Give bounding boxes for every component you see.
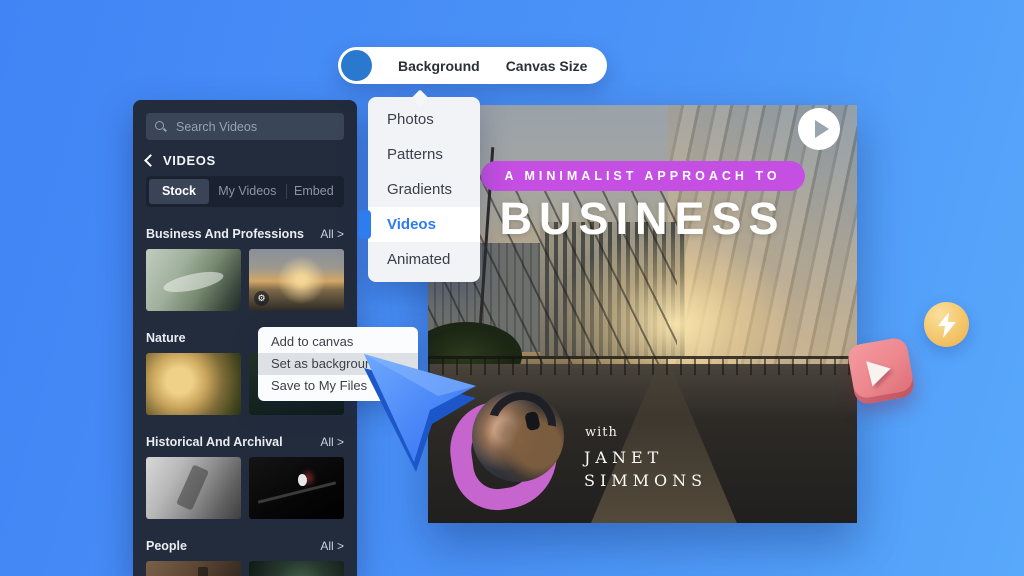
video-thumb-galaxy[interactable] — [249, 561, 344, 576]
tab-embed[interactable]: Embed — [287, 179, 341, 204]
canvas-banner-text[interactable]: A MINIMALIST APPROACH TO — [480, 161, 804, 191]
section-title: Historical And Archival — [146, 435, 283, 449]
search-input[interactable] — [174, 119, 335, 135]
canvas-size-tab[interactable]: Canvas Size — [506, 58, 588, 74]
design-canvas[interactable]: A MINIMALIST APPROACH TO BUSINESS with J… — [428, 105, 857, 523]
search-icon — [155, 121, 166, 132]
video-thumb-forest-sun[interactable] — [146, 353, 241, 415]
thumb-row-historical — [146, 457, 344, 519]
back-nav-label: VIDEOS — [163, 153, 216, 168]
background-type-menu: Photos Patterns Gradients Videos Animate… — [368, 97, 480, 282]
thumb-row-business: ⚙ — [146, 249, 344, 311]
section-all-link[interactable]: All > — [320, 539, 344, 553]
tab-stock[interactable]: Stock — [149, 179, 209, 204]
section-all-link[interactable]: All > — [320, 227, 344, 241]
menu-item-patterns[interactable]: Patterns — [368, 137, 480, 172]
cursor-arrow-3d — [356, 344, 486, 474]
section-all-link[interactable]: All > — [320, 435, 344, 449]
canvas-name-line1: JANET — [584, 448, 663, 467]
section-title: Business And Professions — [146, 227, 304, 241]
gear-icon[interactable]: ⚙ — [254, 291, 269, 306]
menu-item-label: Videos — [387, 216, 436, 233]
play-tile-icon — [846, 336, 916, 406]
video-thumb-violin[interactable] — [146, 457, 241, 519]
menu-item-gradients[interactable]: Gradients — [368, 172, 480, 207]
menu-item-photos[interactable]: Photos — [368, 102, 480, 137]
menu-item-animated[interactable]: Animated — [368, 242, 480, 277]
search-box[interactable] — [146, 113, 344, 140]
chevron-left-icon — [144, 154, 157, 167]
lightning-icon — [924, 302, 969, 347]
section-header-people: People All > — [146, 539, 344, 553]
app-background: A MINIMALIST APPROACH TO BUSINESS with J… — [0, 0, 1024, 576]
canvas-railing — [428, 356, 857, 359]
video-thumb-bridge[interactable]: ⚙ — [249, 249, 344, 311]
back-nav-videos[interactable]: VIDEOS — [146, 153, 344, 168]
canvas-name-line2: SIMMONS — [584, 471, 707, 490]
menu-item-videos[interactable]: Videos — [368, 207, 480, 242]
video-thumb-handshake[interactable] — [146, 249, 241, 311]
canvas-with-label: with — [585, 425, 618, 440]
source-tabs: Stock My Videos Embed — [146, 176, 344, 207]
active-item-indicator — [359, 210, 371, 239]
section-header-historical: Historical And Archival All > — [146, 435, 344, 449]
canvas-title-text[interactable]: BUSINESS — [428, 193, 857, 245]
color-swatch-icon[interactable] — [341, 50, 372, 81]
section-title: Nature — [146, 331, 186, 345]
background-toolbar: Background Canvas Size — [338, 47, 607, 84]
section-title: People — [146, 539, 187, 553]
thumb-row-people — [146, 561, 344, 576]
background-tab[interactable]: Background — [398, 58, 480, 74]
tab-my-videos[interactable]: My Videos — [209, 179, 286, 204]
video-thumb-crowd[interactable] — [146, 561, 241, 576]
video-thumb-astronaut[interactable] — [249, 457, 344, 519]
section-header-business: Business And Professions All > — [146, 227, 344, 241]
play-button[interactable] — [798, 108, 840, 150]
